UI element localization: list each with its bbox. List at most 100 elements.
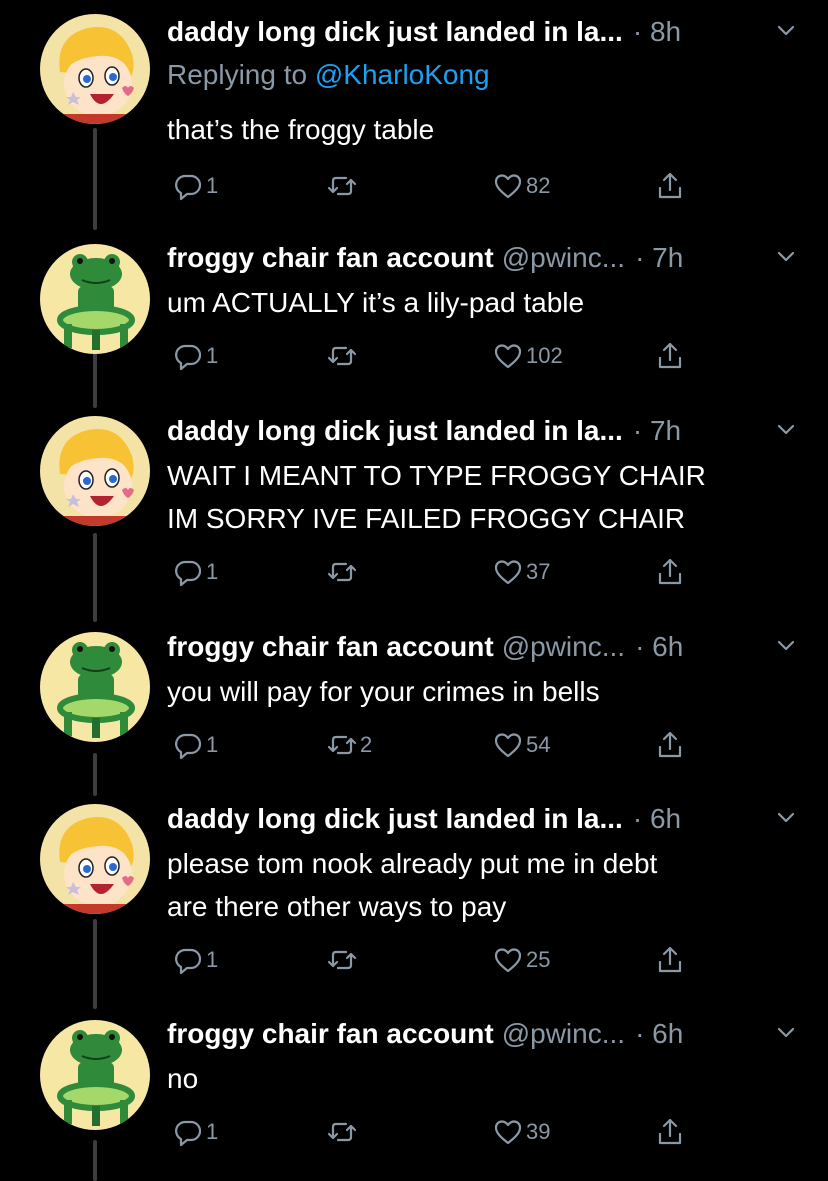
- reply-button[interactable]: 1: [173, 725, 218, 765]
- reply-count: 1: [206, 559, 219, 584]
- retweet-icon: [327, 346, 357, 366]
- share-button[interactable]: [655, 166, 685, 206]
- handle[interactable]: @pwinc...: [502, 242, 625, 274]
- retweet-button[interactable]: [327, 1112, 360, 1152]
- share-icon: [658, 1118, 682, 1145]
- tweet-text-line: are there other ways to pay: [167, 891, 507, 922]
- avatar[interactable]: [40, 244, 150, 354]
- froggy-chair-avatar-image: [40, 244, 150, 354]
- display-name[interactable]: daddy long dick just landed in la...: [167, 16, 623, 48]
- retweet-icon: [327, 1122, 357, 1142]
- tweet-text: please tom nook already put me in debt a…: [167, 842, 787, 928]
- tweet-text: that’s the froggy table: [167, 108, 787, 151]
- timestamp[interactable]: · 7h: [635, 242, 683, 274]
- share-button[interactable]: [655, 940, 685, 980]
- share-button[interactable]: [655, 552, 685, 592]
- retweet-count: 2: [360, 732, 373, 757]
- share-icon: [658, 946, 682, 973]
- share-icon: [658, 342, 682, 369]
- avatar[interactable]: [40, 416, 150, 526]
- share-icon: [658, 172, 682, 199]
- handle[interactable]: @pwinc...: [502, 1018, 625, 1050]
- display-name[interactable]: daddy long dick just landed in la...: [167, 803, 623, 835]
- display-name[interactable]: froggy chair fan account: [167, 631, 494, 663]
- mention-link[interactable]: @KharloKong: [315, 59, 490, 90]
- tweet-text-line: IM SORRY IVE FAILED FROGGY CHAIR: [167, 503, 686, 534]
- handle[interactable]: @pwinc...: [502, 631, 625, 663]
- heart-icon: [494, 174, 522, 199]
- like-count: 39: [526, 1119, 551, 1144]
- cartoon-boy-avatar-image: [40, 804, 150, 914]
- chevron-down-icon[interactable]: [775, 419, 797, 441]
- froggy-chair-avatar-image: [40, 632, 150, 742]
- heart-icon: [494, 560, 522, 585]
- tweet-actions: 1 25: [167, 940, 707, 980]
- reply-button[interactable]: 1: [173, 552, 218, 592]
- timestamp[interactable]: · 6h: [635, 631, 683, 663]
- tweet-text: no: [167, 1057, 787, 1100]
- chevron-down-icon[interactable]: [775, 1022, 797, 1044]
- timestamp[interactable]: · 7h: [633, 415, 681, 447]
- share-button[interactable]: [655, 336, 685, 376]
- display-name[interactable]: froggy chair fan account: [167, 242, 494, 274]
- like-button[interactable]: 25: [493, 940, 550, 980]
- timestamp[interactable]: · 6h: [633, 803, 681, 835]
- reply-button[interactable]: 1: [173, 940, 218, 980]
- avatar[interactable]: [40, 804, 150, 914]
- heart-icon: [494, 948, 522, 973]
- reply-icon: [175, 1120, 202, 1147]
- like-button[interactable]: 54: [493, 725, 550, 765]
- reply-button[interactable]: 1: [173, 336, 218, 376]
- chevron-down-icon[interactable]: [775, 807, 797, 829]
- timestamp[interactable]: · 6h: [635, 1018, 683, 1050]
- display-name[interactable]: daddy long dick just landed in la...: [167, 415, 623, 447]
- like-count: 37: [526, 559, 551, 584]
- like-button[interactable]: 37: [493, 552, 550, 592]
- share-button[interactable]: [655, 1112, 685, 1152]
- retweet-button[interactable]: 2: [327, 725, 372, 765]
- retweet-button[interactable]: [327, 166, 360, 206]
- like-count: 82: [526, 173, 551, 198]
- reply-count: 1: [206, 1119, 219, 1144]
- cartoon-boy-avatar-image: [40, 14, 150, 124]
- tweet-text-line: please tom nook already put me in debt: [167, 848, 658, 879]
- like-button[interactable]: 39: [493, 1112, 550, 1152]
- tweet-text: WAIT I MEANT TO TYPE FROGGY CHAIR IM SOR…: [167, 454, 787, 540]
- chevron-down-icon[interactable]: [775, 635, 797, 657]
- replying-to-label: Replying to: [167, 59, 308, 90]
- timestamp[interactable]: · 8h: [633, 16, 681, 48]
- reply-button[interactable]: 1: [173, 166, 218, 206]
- tweet-text-line: no: [167, 1063, 199, 1094]
- reply-icon: [175, 560, 202, 587]
- heart-icon: [494, 733, 522, 758]
- reply-count: 1: [206, 732, 219, 757]
- like-button[interactable]: 102: [493, 336, 563, 376]
- tweet-header: froggy chair fan account @pwinc... · 6h: [167, 627, 797, 667]
- tweet-actions: 1 2 54: [167, 725, 707, 765]
- tweet-actions: 1 37: [167, 552, 707, 592]
- tweet-header: froggy chair fan account @pwinc... · 6h: [167, 1014, 797, 1054]
- like-button[interactable]: 82: [493, 166, 550, 206]
- retweet-button[interactable]: [327, 552, 360, 592]
- reply-count: 1: [206, 343, 219, 368]
- display-name[interactable]: froggy chair fan account: [167, 1018, 494, 1050]
- retweet-button[interactable]: [327, 336, 360, 376]
- retweet-button[interactable]: [327, 940, 360, 980]
- tweet-header: froggy chair fan account @pwinc... · 7h: [167, 238, 797, 278]
- avatar[interactable]: [40, 632, 150, 742]
- reply-icon: [175, 344, 202, 371]
- tweet-thread: daddy long dick just landed in la... · 8…: [0, 0, 828, 1181]
- reply-icon: [175, 733, 202, 760]
- chevron-down-icon[interactable]: [775, 246, 797, 268]
- share-icon: [658, 731, 682, 758]
- share-button[interactable]: [655, 725, 685, 765]
- chevron-down-icon[interactable]: [775, 20, 797, 42]
- reply-button[interactable]: 1: [173, 1112, 218, 1152]
- thread-line: [93, 533, 97, 622]
- avatar[interactable]: [40, 14, 150, 124]
- avatar[interactable]: [40, 1020, 150, 1130]
- froggy-chair-avatar-image: [40, 1020, 150, 1130]
- tweet-actions: 1 39: [167, 1112, 707, 1152]
- like-count: 25: [526, 947, 551, 972]
- reply-count: 1: [206, 173, 219, 198]
